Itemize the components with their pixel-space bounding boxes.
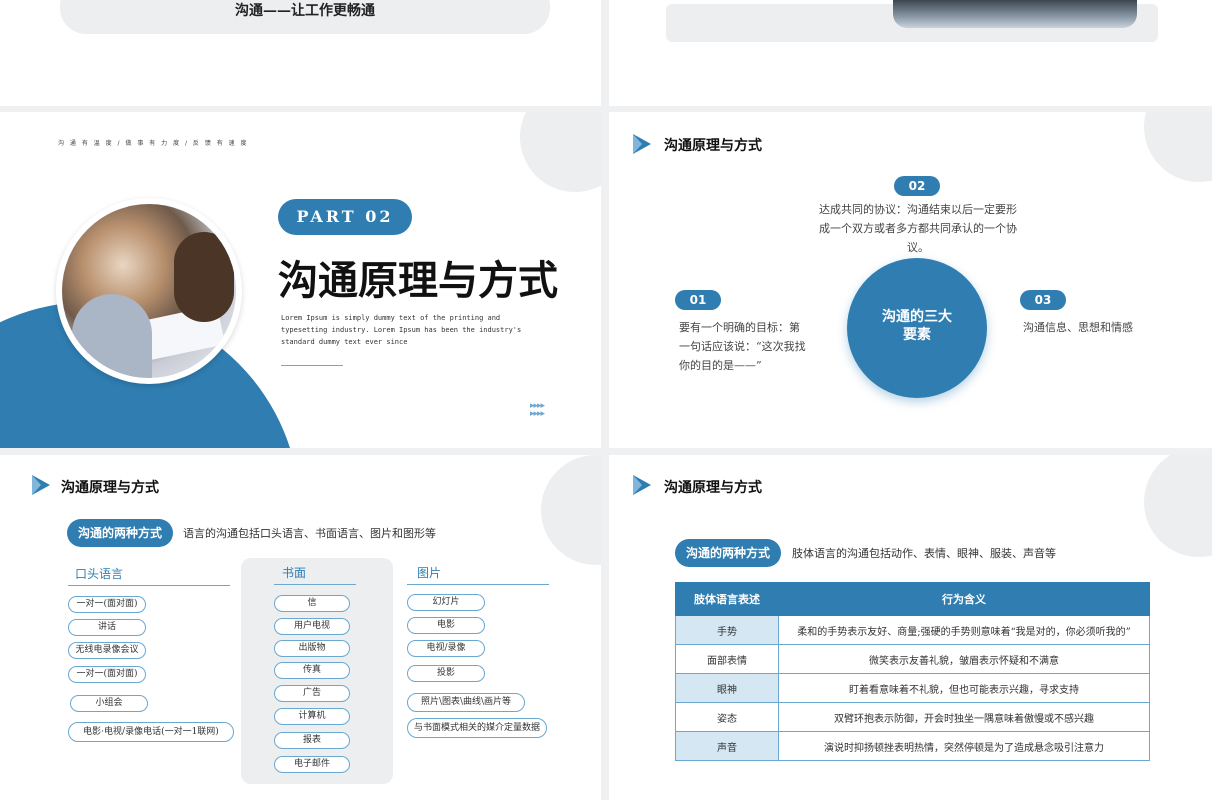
oral-item: 一对一(面对面) [68,596,146,613]
item-text-02: 达成共同的协议：沟通结束以后一定要形成一个双方或者多方都共同承认的一个协议。 [819,203,1017,254]
triangle-pattern-icon: ▸▸▸▸ ▸▸▸▸ [530,401,545,419]
written-item: 广告 [274,685,350,702]
table-header: 肢体语言表述 [675,582,779,616]
item-number-03: 03 [1020,290,1066,310]
written-item: 电子邮件 [274,756,350,773]
oral-underline [68,585,230,586]
section-description: Lorem Ipsum is simply dummy text of the … [281,314,522,346]
item-text-01: 要有一个明确的目标：第一句话应该说：“这次我找你的目的是——” [679,321,806,372]
written-item: 传真 [274,662,350,679]
table-cell-key: 姿态 [675,702,779,732]
slide-3: 沟 通 有 温 度 / 做 事 有 力 度 / 反 馈 有 速 度 PART 0… [0,112,601,448]
table-header-row: 肢体语言表述 行为含义 [675,582,1150,616]
table-cell-key: 面部表情 [675,644,779,674]
picture-item: 电视/录像 [407,640,485,657]
table-row: 眼神 盯着看意味着不礼貌，但也可能表示兴趣，寻求支持 [675,673,1150,703]
table-cell-value: 柔和的手势表示友好、商量;强硬的手势则意味着“我是对的，你必须听我的” [778,615,1150,645]
picture-item: 与书面模式相关的媒介定量数据 [407,718,547,738]
oral-heading: 口头语言 [75,567,124,581]
table-cell-value: 盯着看意味着不礼貌，但也可能表示兴趣，寻求支持 [778,673,1150,703]
picture-item: 电影 [407,617,485,634]
breadcrumb: 沟 通 有 温 度 / 做 事 有 力 度 / 反 馈 有 速 度 [58,140,249,147]
play-logo-icon [32,475,50,495]
written-item: 计算机 [274,708,350,725]
item-number-02: 02 [894,176,940,196]
picture-heading: 图片 [417,566,442,580]
corner-decoration [1144,455,1212,557]
picture-item: 照片\图表\曲线\画片等 [407,693,525,712]
picture-underline [407,584,549,585]
slide-4: 沟通原理与方式 02 达成共同的协议：沟通结束以后一定要形成一个双方或者多方都共… [609,112,1212,448]
man-shape [72,294,152,378]
written-underline [274,584,356,585]
table-cell-key: 手势 [675,615,779,645]
play-logo-icon [633,475,651,495]
picture-item: 投影 [407,665,485,682]
table-row: 手势 柔和的手势表示友好、商量;强硬的手势则意味着“我是对的，你必须听我的” [675,615,1150,645]
item-text-03: 沟通信息、思想和情感 [1023,321,1133,334]
section-title: 沟通原理与方式 [278,257,558,304]
corner-decoration [520,112,601,192]
people-photo [62,204,236,378]
table-row: 姿态 双臂环抱表示防御，开会时独坐一隅意味着傲慢或不感兴趣 [675,702,1150,732]
item-number-01: 01 [675,290,721,310]
table-row: 面部表情 微笑表示友善礼貌，皱眉表示怀疑和不满意 [675,644,1150,674]
center-circle-label: 沟通的三大要素 [882,309,952,343]
play-logo-icon [633,134,651,154]
ways-intro: 肢体语言的沟通包括动作、表情、眼神、服装、声音等 [792,547,1056,560]
slide-title: 沟通原理与方式 [664,480,762,496]
corner-decoration [1144,112,1212,182]
table-row: 声音 演说时抑扬顿挫表明热情，突然停顿是为了造成悬念吸引注意力 [675,731,1150,761]
oral-item: 电影·电视/录像电话(一对一1联网) [68,722,234,742]
written-item: 用户电视 [274,618,350,635]
ways-badge: 沟通的两种方式 [67,519,173,547]
slide-1: 沟通——让工作更畅通 [0,0,601,106]
slide-5: 沟通原理与方式 沟通的两种方式 语言的沟通包括口头语言、书面语言、图片和图形等 … [0,455,601,800]
oral-item: 小组会 [70,695,148,712]
table-cell-value: 双臂环抱表示防御，开会时独坐一隅意味着傲慢或不感兴趣 [778,702,1150,732]
oral-item: 无线电录像会议 [68,642,146,659]
photo-laptop [893,0,1137,28]
corner-decoration [541,455,601,565]
table-cell-value: 演说时抑扬顿挫表明热情，突然停顿是为了造成悬念吸引注意力 [778,731,1150,761]
written-heading: 书面 [282,566,307,580]
tagline: 沟通——让工作更畅通 [235,3,375,19]
slide-6: 沟通原理与方式 沟通的两种方式 肢体语言的沟通包括动作、表情、眼神、服装、声音等… [609,455,1212,800]
written-item: 信 [274,595,350,612]
written-item: 出版物 [274,640,350,657]
oral-item: 一对一(面对面) [68,666,146,683]
divider-line [281,365,343,366]
body-language-table: 肢体语言表述 行为含义 手势 柔和的手势表示友好、商量;强硬的手势则意味着“我是… [675,582,1150,761]
oral-item: 讲话 [68,619,146,636]
written-item: 报表 [274,732,350,749]
table-cell-key: 声音 [675,731,779,761]
picture-item: 幻灯片 [407,594,485,611]
table-cell-key: 眼神 [675,673,779,703]
slide-2 [609,0,1212,106]
table-header: 行为含义 [778,582,1150,616]
ways-badge: 沟通的两种方式 [675,539,781,567]
slide-title: 沟通原理与方式 [664,138,762,154]
woman-hair-shape [174,232,234,322]
ways-intro: 语言的沟通包括口头语言、书面语言、图片和图形等 [183,527,436,540]
slide-title: 沟通原理与方式 [61,480,159,496]
table-cell-value: 微笑表示友善礼貌，皱眉表示怀疑和不满意 [778,644,1150,674]
part-badge: PART 02 [278,199,412,235]
